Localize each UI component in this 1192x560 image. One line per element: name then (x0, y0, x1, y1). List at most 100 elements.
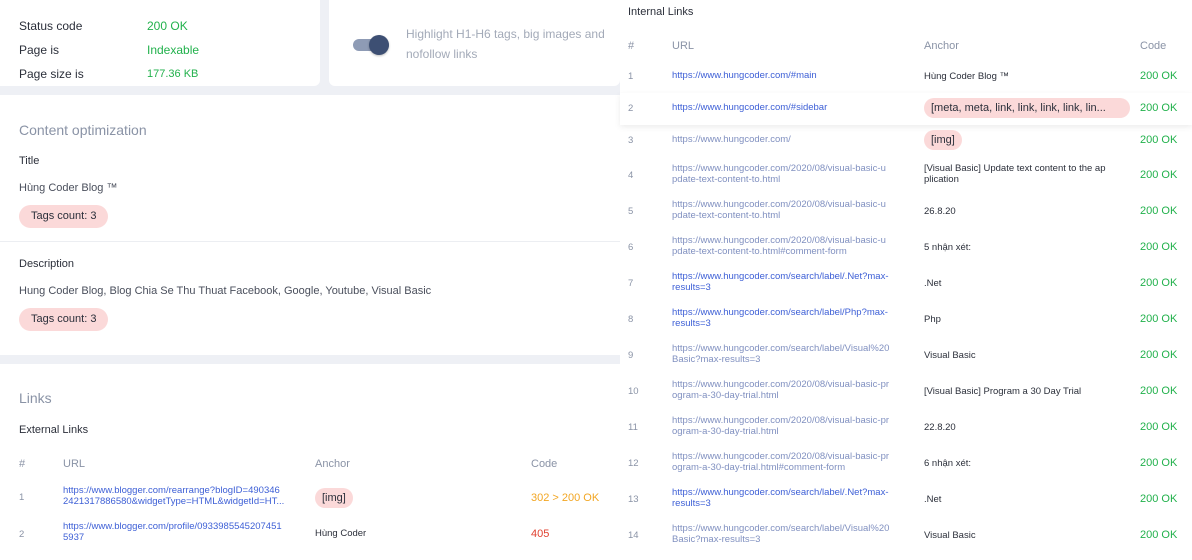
status-code: 200 OK (1140, 313, 1178, 325)
row-number: 13 (628, 494, 639, 505)
url-line: pdate-text-content-to.html (672, 173, 781, 185)
highlight-toggle[interactable] (353, 35, 391, 55)
anchor-badge: [img] (315, 488, 353, 508)
anchor-line: 5 nhận xét: (924, 242, 972, 253)
anchor-text: .Net (924, 278, 1134, 289)
url-line: results=3 (672, 497, 711, 509)
row-number: 7 (628, 278, 634, 289)
anchor-text: 5 nhận xét: (924, 242, 1134, 253)
anchor-line: [Visual Basic] Program a 30 Day Trial (924, 386, 1082, 397)
internal-col-url: URL (672, 40, 695, 52)
content-optimization-card: Content optimization Title Hùng Coder Bl… (0, 95, 620, 355)
row-number: 2 (628, 103, 634, 114)
internal-links-heading: Internal Links (628, 6, 694, 18)
internal-link-url[interactable]: https://www.hungcoder.com/2020/08/visual… (672, 235, 917, 257)
url-line: https://www.hungcoder.com/search/label/.… (672, 487, 889, 498)
url-line: https://www.hungcoder.com/search/label/V… (672, 523, 890, 534)
links-title: Links (19, 390, 52, 406)
internal-link-url[interactable]: https://www.hungcoder.com/2020/08/visual… (672, 379, 917, 401)
row-number: 12 (628, 458, 639, 469)
row-number: 5 (628, 206, 634, 217)
url-line: https://www.hungcoder.com/ (672, 134, 791, 145)
indexable-row: Page is Indexable (19, 38, 320, 62)
anchor-line: Visual Basic (924, 350, 976, 361)
url-line: pdate-text-content-to.html (672, 209, 781, 221)
status-code: 302 > 200 OK (531, 492, 600, 504)
row-number: 6 (628, 242, 634, 253)
row-number: 11 (628, 422, 638, 433)
status-code: 200 OK (1140, 169, 1178, 181)
url-line: https://www.hungcoder.com/2020/08/visual… (672, 379, 890, 390)
anchor-text: [Visual Basic] Program a 30 Day Trial (924, 386, 1134, 397)
title-value: Hùng Coder Blog ™ (19, 182, 118, 194)
anchor-line: .Net (924, 278, 942, 289)
external-links-heading: External Links (19, 424, 89, 436)
internal-link-url[interactable]: https://www.hungcoder.com/ (672, 134, 917, 146)
anchor-line: Php (924, 314, 941, 325)
internal-col-anchor: Anchor (924, 40, 959, 52)
anchor-text: .Net (924, 494, 1134, 505)
internal-link-url[interactable]: https://www.hungcoder.com/2020/08/visual… (672, 163, 917, 185)
internal-col-code: Code (1140, 40, 1167, 52)
url-line: https://www.hungcoder.com/search/label/V… (672, 343, 890, 354)
url-line: results=3 (672, 281, 711, 293)
row-number: 1 (628, 71, 634, 82)
anchor-text: Visual Basic (924, 530, 1134, 541)
internal-link-url[interactable]: https://www.hungcoder.com/search/label/.… (672, 487, 917, 509)
url-line: 2421317886580&widgetType=HTML&widgetId=H… (63, 495, 285, 507)
status-code: 200 OK (1140, 493, 1178, 505)
url-line: https://www.blogger.com/rearrange?blogID… (63, 485, 280, 496)
external-link-url[interactable]: https://www.blogger.com/profile/09339855… (63, 521, 308, 543)
status-code-label: Status code (19, 19, 83, 33)
anchor-text: 6 nhận xét: (924, 458, 1134, 469)
url-line: https://www.hungcoder.com/#sidebar (672, 102, 828, 113)
row-number: 8 (628, 314, 634, 325)
status-code: 200 OK (1140, 134, 1178, 146)
anchor-text: Hùng Coder Blog ™ (924, 71, 1134, 82)
status-code: 200 OK (1140, 70, 1178, 82)
internal-col-number: # (628, 40, 635, 52)
url-line: ogram-a-30-day-trial.html (672, 389, 779, 401)
page-size-label: Page size is (19, 67, 84, 81)
indexable-value: Indexable (147, 43, 200, 57)
url-line: 5937 (63, 531, 85, 543)
internal-link-url[interactable]: https://www.hungcoder.com/search/label/.… (672, 271, 917, 293)
status-code: 200 OK (1140, 277, 1178, 289)
status-code: 200 OK (1140, 349, 1178, 361)
internal-link-url[interactable]: https://www.hungcoder.com/#sidebar (672, 102, 917, 114)
status-code-row: Status code 200 OK (19, 14, 320, 38)
title-heading: Title (19, 155, 40, 167)
external-col-url: URL (63, 458, 86, 470)
status-code: 200 OK (1140, 529, 1178, 541)
url-line: results=3 (672, 317, 711, 329)
external-link-url[interactable]: https://www.blogger.com/rearrange?blogID… (63, 485, 308, 507)
row-number: 1 (19, 492, 25, 503)
indexable-label: Page is (19, 43, 60, 57)
status-code: 200 OK (1140, 421, 1178, 433)
url-line: Basic?max-results=3 (672, 533, 761, 545)
internal-link-url[interactable]: https://www.hungcoder.com/2020/08/visual… (672, 451, 917, 473)
anchor-line: plication (924, 174, 959, 185)
links-card: Links External Links # URL Anchor Code 1… (0, 364, 620, 560)
row-number: 14 (628, 530, 639, 541)
url-line: https://www.hungcoder.com/2020/08/visual… (672, 163, 886, 174)
anchor-text: Visual Basic (924, 350, 1134, 361)
internal-link-url[interactable]: https://www.hungcoder.com/search/label/P… (672, 307, 917, 329)
anchor-line: 6 nhận xét: (924, 458, 972, 469)
status-code: 200 OK (1140, 241, 1178, 253)
row-number: 9 (628, 350, 634, 361)
row-number: 2 (19, 529, 25, 540)
internal-link-url[interactable]: https://www.hungcoder.com/2020/08/visual… (672, 199, 917, 221)
divider (0, 241, 620, 242)
row-number: 3 (628, 135, 634, 146)
external-col-number: # (19, 458, 26, 470)
status-code: 200 OK (1140, 205, 1178, 217)
url-line: https://www.hungcoder.com/2020/08/visual… (672, 451, 890, 462)
internal-link-url[interactable]: https://www.hungcoder.com/search/label/V… (672, 343, 917, 365)
internal-link-url[interactable]: https://www.hungcoder.com/search/label/V… (672, 523, 917, 545)
internal-link-url[interactable]: https://www.hungcoder.com/2020/08/visual… (672, 415, 917, 437)
highlight-toggle-label: Highlight H1-H6 tags, big images and nof… (406, 27, 605, 61)
url-line: ogram-a-30-day-trial.html (672, 425, 779, 437)
url-line: https://www.hungcoder.com/#main (672, 70, 817, 81)
internal-link-url[interactable]: https://www.hungcoder.com/#main (672, 70, 917, 82)
